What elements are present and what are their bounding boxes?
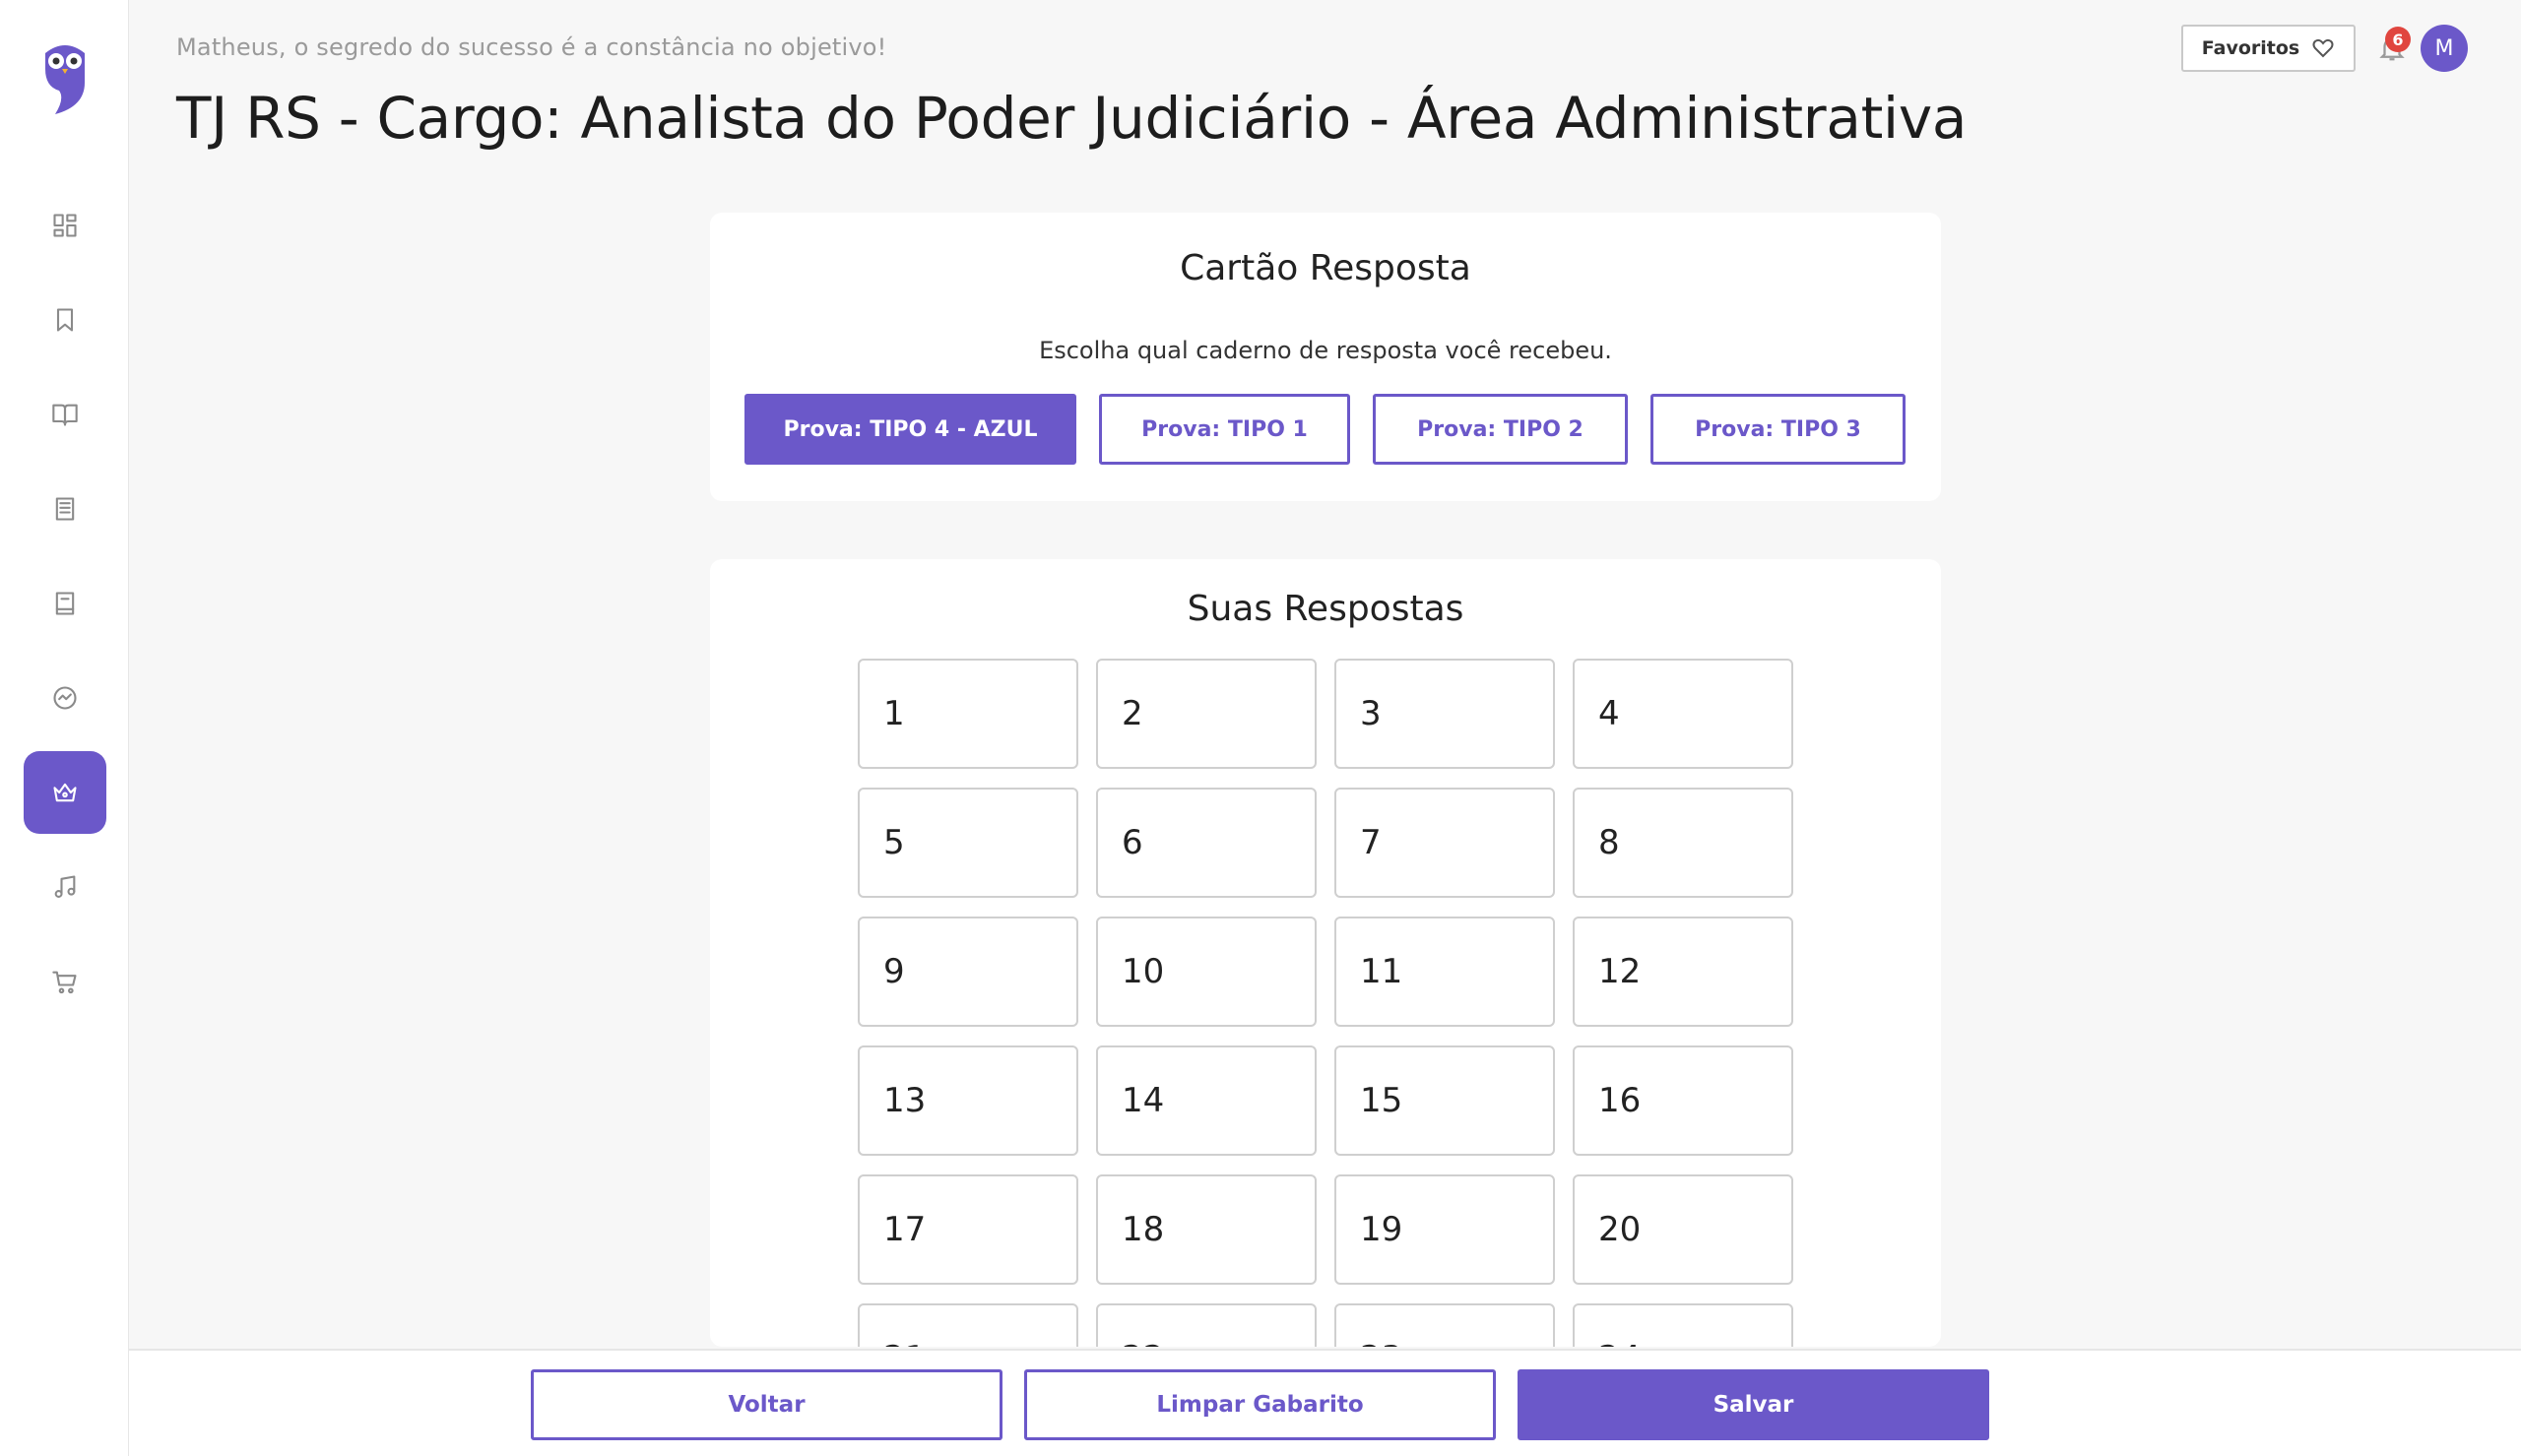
answer-box-2[interactable]: 2 (1096, 659, 1317, 769)
answer-box-22[interactable]: 22 (1096, 1303, 1317, 1347)
save-button[interactable]: Salvar (1518, 1369, 1989, 1440)
notebook-icon (55, 497, 75, 521)
answer-box-23[interactable]: 23 (1334, 1303, 1555, 1347)
bookmark-icon (56, 308, 74, 332)
answer-box-7[interactable]: 7 (1334, 788, 1555, 898)
answer-box-13[interactable]: 13 (858, 1045, 1078, 1156)
answer-box-4[interactable]: 4 (1573, 659, 1793, 769)
app-root: Matheus, o segredo do sucesso é a constâ… (0, 0, 2521, 1456)
nav-performance[interactable] (24, 657, 106, 739)
answer-box-6[interactable]: 6 (1096, 788, 1317, 898)
tipo-4-azul-button[interactable]: Prova: TIPO 4 - AZUL (744, 394, 1076, 465)
answer-box-20[interactable]: 20 (1573, 1174, 1793, 1285)
clear-answers-button[interactable]: Limpar Gabarito (1024, 1369, 1496, 1440)
nav-notebook[interactable] (24, 468, 106, 550)
tipo-2-button[interactable]: Prova: TIPO 2 (1373, 394, 1628, 465)
heart-icon (2312, 38, 2334, 58)
answer-box-12[interactable]: 12 (1573, 917, 1793, 1027)
nav-book[interactable] (24, 562, 106, 645)
nav-dashboard[interactable] (24, 184, 106, 267)
nav-simulados[interactable] (24, 751, 106, 834)
tipo-1-button[interactable]: Prova: TIPO 1 (1099, 394, 1350, 465)
answer-box-15[interactable]: 15 (1334, 1045, 1555, 1156)
answer-box-8[interactable]: 8 (1573, 788, 1793, 898)
dashboard-icon (53, 214, 77, 237)
answer-box-16[interactable]: 16 (1573, 1045, 1793, 1156)
nav-store[interactable] (24, 940, 106, 1023)
answer-box-19[interactable]: 19 (1334, 1174, 1555, 1285)
answer-box-21[interactable]: 21 (858, 1303, 1078, 1347)
notification-badge: 6 (2385, 27, 2411, 52)
sidebar (0, 0, 129, 1456)
book-icon (55, 592, 75, 615)
answer-box-14[interactable]: 14 (1096, 1045, 1317, 1156)
book-open-icon (52, 404, 78, 426)
nav-bookmarks[interactable] (24, 279, 106, 361)
tipo-3-button[interactable]: Prova: TIPO 3 (1650, 394, 1906, 465)
answer-box-3[interactable]: 3 (1334, 659, 1555, 769)
answer-box-11[interactable]: 11 (1334, 917, 1555, 1027)
answer-box-10[interactable]: 10 (1096, 917, 1317, 1027)
crown-icon (53, 783, 77, 802)
responses-card: Suas Respostas 1 2 3 4 5 6 7 8 9 10 11 12 13 14 15 16 17… (710, 559, 1941, 1347)
chart-check-icon (53, 686, 77, 710)
owl-logo-icon[interactable] (39, 39, 91, 116)
footer-bar: Voltar Limpar Gabarito Salvar (129, 1349, 2521, 1456)
answer-box-5[interactable]: 5 (858, 788, 1078, 898)
nav-book-open[interactable] (24, 373, 106, 456)
page-title: TJ RS - Cargo: Analista do Poder Judiciá… (176, 85, 1968, 152)
music-note-icon (54, 875, 76, 898)
cart-icon (52, 971, 77, 994)
answer-card-subtitle: Escolha qual caderno de resposta você re… (1039, 337, 1612, 364)
answer-box-24[interactable]: 24 (1573, 1303, 1793, 1347)
favorites-label: Favoritos (2201, 37, 2300, 59)
answer-box-18[interactable]: 18 (1096, 1174, 1317, 1285)
responses-title: Suas Respostas (1187, 589, 1464, 629)
answer-box-17[interactable]: 17 (858, 1174, 1078, 1285)
answer-card: Cartão Resposta Escolha qual caderno de … (710, 213, 1941, 501)
avatar[interactable]: M (2421, 25, 2468, 72)
nav-audio[interactable] (24, 846, 106, 928)
motivational-message: Matheus, o segredo do sucesso é a constâ… (176, 33, 887, 61)
answer-card-title: Cartão Resposta (1180, 248, 1471, 288)
answer-box-1[interactable]: 1 (858, 659, 1078, 769)
answer-box-9[interactable]: 9 (858, 917, 1078, 1027)
favorites-button[interactable]: Favoritos (2181, 25, 2356, 72)
back-button[interactable]: Voltar (531, 1369, 1002, 1440)
